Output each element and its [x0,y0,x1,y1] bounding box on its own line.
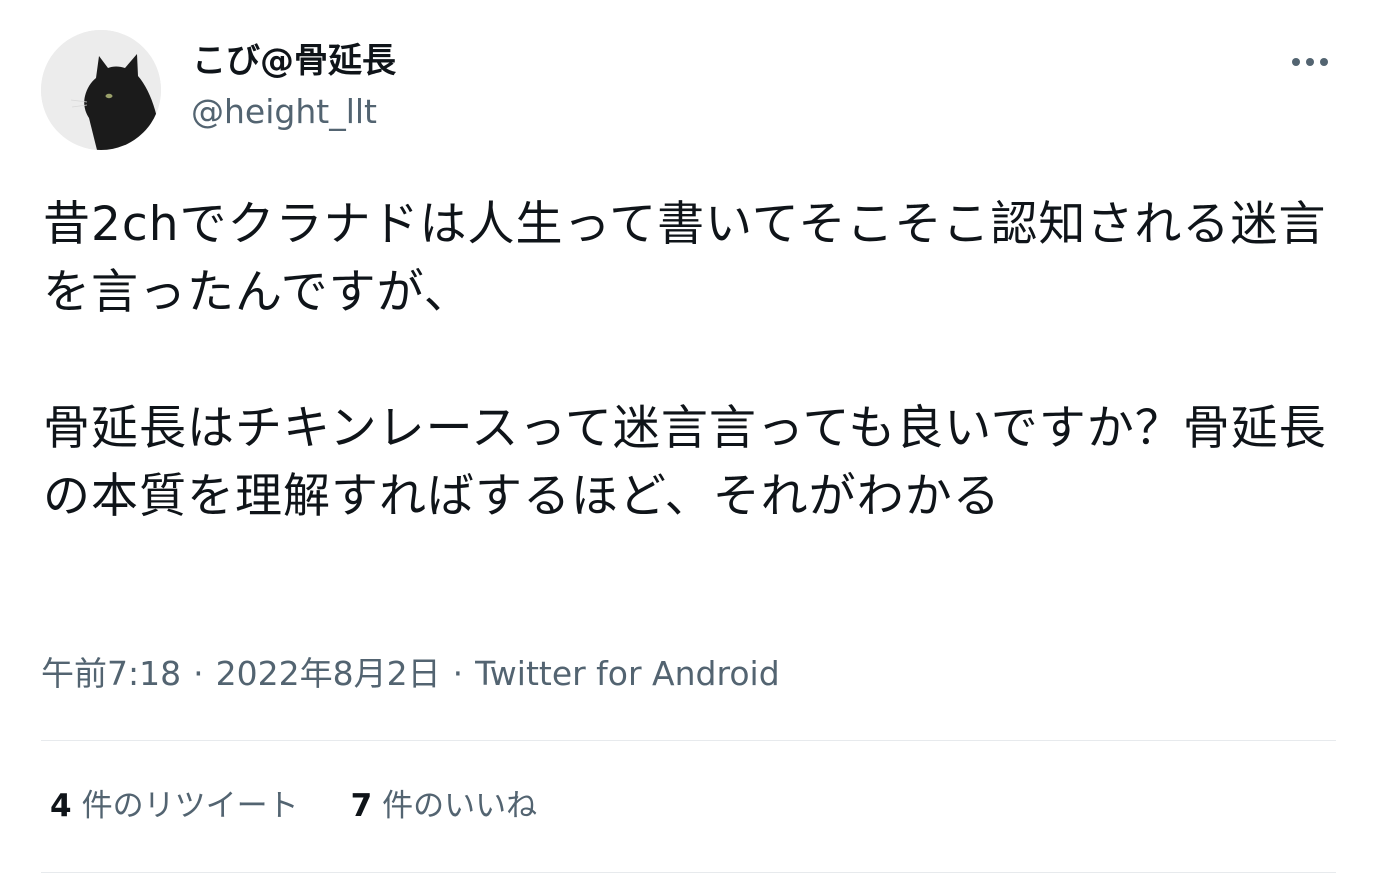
more-horizontal-icon [1292,58,1328,66]
tweet-source[interactable]: Twitter for Android [475,654,780,693]
avatar[interactable] [41,30,161,150]
retweets-stat[interactable]: 4 件のリツイート [50,782,299,830]
tweet-metadata: 午前7:18 · 2022年8月2日 · Twitter for Android [41,650,780,698]
more-options-button[interactable] [1282,42,1338,82]
retweet-label: 件のリツイート [81,788,299,824]
tweet-date[interactable]: 2022年8月2日 [216,654,441,693]
tweet-paragraph: 昔2chでクラナドは人生って書いてそこそこ認知される迷言を言ったんですが、 [43,197,1327,320]
tweet-card: こび@骨延長 @height_llt 昔2chでクラナドは人生って書いてそこそこ… [0,0,1378,877]
black-cat-avatar-icon [41,30,161,150]
tweet-paragraph: 骨延長はチキンレースって迷言言っても良いですか？骨延長の本質を理解すればするほど… [43,401,1327,524]
tweet-text: 昔2chでクラナドは人生って書いてそこそこ認知される迷言を言ったんですが、 骨延… [43,191,1335,531]
likes-stat[interactable]: 7 件のいいね [351,782,538,830]
author-display-name[interactable]: こび@骨延長 [192,38,396,84]
author-handle[interactable]: @height_llt [191,90,377,134]
meta-separator: · [193,654,204,693]
like-label: 件のいいね [382,788,538,824]
like-count: 7 [350,788,373,824]
engagement-stats: 4 件のリツイート 7 件のいいね [50,782,589,830]
tweet-time[interactable]: 午前7:18 [41,654,181,693]
divider [41,740,1336,741]
divider [41,872,1336,873]
retweet-count: 4 [50,788,72,824]
meta-separator: · [452,654,464,693]
